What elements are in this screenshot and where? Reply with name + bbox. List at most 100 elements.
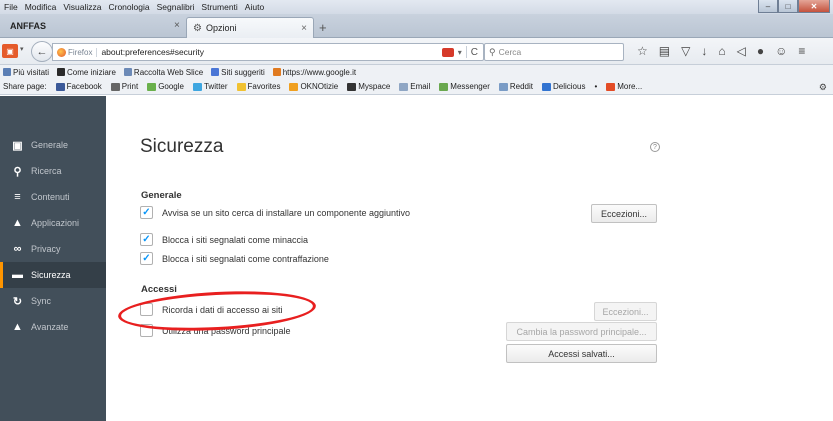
close-window-button[interactable]: ✕ [798, 0, 830, 13]
site-identity[interactable]: Firefox [57, 47, 98, 57]
bookmarks-folder-icon [3, 68, 11, 76]
menu-file[interactable]: File [4, 2, 18, 12]
firefox-menu-icon[interactable]: ▣ [2, 44, 18, 58]
share-dot[interactable]: • [594, 82, 597, 91]
bookmark-come-iniziare[interactable]: Come iniziare [57, 68, 116, 77]
reading-list-icon[interactable]: ▤ [659, 44, 670, 58]
bookmark-piu-visitati[interactable]: Più visitati [3, 68, 49, 77]
share-favorites[interactable]: Favorites [236, 82, 281, 91]
share-google[interactable]: Google [147, 82, 184, 91]
google-icon [147, 82, 157, 91]
addon-warning-checkbox[interactable]: ✓ [140, 206, 153, 219]
rss-icon[interactable] [441, 47, 454, 57]
change-master-password-button[interactable]: Cambia la password principale... [506, 322, 657, 341]
back-button[interactable]: ← [31, 41, 53, 62]
block-forgery-label[interactable]: Blocca i siti segnalati come contraffazi… [162, 254, 329, 264]
url-dropdown-icon[interactable]: ▾ [458, 48, 462, 57]
addon-warning-label[interactable]: Avvisa se un sito cerca di installare un… [162, 208, 410, 218]
share-facebook[interactable]: Facebook [55, 82, 102, 91]
url-text[interactable]: about:preferences#security [97, 47, 441, 57]
share-messenger[interactable]: Messenger [439, 82, 490, 91]
bookmark-page-icon [272, 68, 281, 76]
block-attack-label[interactable]: Blocca i siti segnalati come minaccia [162, 235, 308, 245]
menu-aiuto[interactable]: Aiuto [245, 2, 264, 12]
share-label: Favorites [247, 82, 281, 91]
chat-icon[interactable]: ● [757, 44, 764, 58]
share-bar-label: Share page: [3, 82, 47, 91]
menu-icon[interactable]: ≡ [798, 44, 805, 58]
share-more[interactable]: More... [606, 82, 642, 91]
section-heading-generale: Generale [141, 190, 182, 201]
share-print[interactable]: Print [110, 82, 138, 91]
preferences-sidebar: ▣ Generale ⚲ Ricerca ≡ Contenuti ▲ Appli… [0, 96, 106, 421]
tab-opzioni[interactable]: ⚙ Opzioni × [186, 17, 314, 38]
back-arrow-icon: ← [36, 45, 48, 58]
sidebar-item-sicurezza[interactable]: ▬ Sicurezza [0, 262, 106, 288]
bookmark-google[interactable]: https://www.google.it [272, 68, 356, 77]
privacy-mask-icon: ∞ [13, 243, 22, 255]
menu-strumenti[interactable]: Strumenti [201, 2, 237, 12]
menu-visualizza[interactable]: Visualizza [63, 2, 101, 12]
addon-warning-row: ✓ Avvisa se un sito cerca di installare … [140, 206, 410, 219]
chevron-down-icon[interactable]: ▾ [20, 45, 24, 53]
tab-strip: ANFFAS × ⚙ Opzioni × + [0, 14, 833, 38]
menu-bar: File Modifica Visualizza Cronologia Segn… [4, 2, 264, 12]
sidebar-item-sync[interactable]: ↻ Sync [0, 288, 106, 314]
home-icon[interactable]: ⌂ [718, 44, 725, 58]
remember-logins-checkbox[interactable] [140, 303, 153, 316]
share-reddit[interactable]: Reddit [498, 82, 533, 91]
url-bar[interactable]: Firefox about:preferences#security ▾ C [52, 43, 484, 61]
pocket-icon[interactable]: ▽ [681, 44, 690, 58]
maximize-button[interactable]: □ [778, 0, 798, 13]
menu-modifica[interactable]: Modifica [25, 2, 57, 12]
reload-icon[interactable]: C [471, 47, 478, 58]
share-delicious[interactable]: Delicious [541, 82, 585, 91]
menu-segnalibri[interactable]: Segnalibri [157, 2, 195, 12]
sidebar-item-generale[interactable]: ▣ Generale [0, 132, 106, 158]
sidebar-item-label: Privacy [31, 244, 61, 254]
saved-logins-button[interactable]: Accessi salvati... [506, 344, 657, 363]
menu-cronologia[interactable]: Cronologia [108, 2, 149, 12]
share-email[interactable]: Email [399, 82, 430, 91]
block-attack-checkbox[interactable]: ✓ [140, 233, 153, 246]
block-forgery-checkbox[interactable]: ✓ [140, 252, 153, 265]
tab-close-icon[interactable]: × [301, 23, 307, 34]
download-icon[interactable]: ↓ [701, 44, 707, 58]
help-icon[interactable]: ? [650, 142, 660, 152]
search-icon: ⚲ [489, 46, 496, 57]
remember-logins-label[interactable]: Ricorda i dati di accesso ai siti [162, 305, 283, 315]
share-twitter[interactable]: Twitter [192, 82, 228, 91]
new-tab-button[interactable]: + [319, 20, 327, 35]
sidebar-item-contenuti[interactable]: ≡ Contenuti [0, 184, 106, 210]
share-myspace[interactable]: Myspace [347, 82, 390, 91]
gear-icon[interactable]: ⚙ [819, 82, 827, 93]
remember-logins-row: Ricorda i dati di accesso ai siti [140, 303, 283, 316]
webslice-icon [123, 68, 132, 76]
share-icon[interactable]: ◁ [737, 44, 746, 58]
addon-exceptions-button[interactable]: Eccezioni... [591, 204, 657, 223]
share-label: Myspace [358, 82, 391, 91]
delicious-icon [541, 82, 551, 91]
tab-group-title[interactable]: ANFFAS [10, 21, 46, 31]
star-icon[interactable]: ☆ [637, 44, 648, 58]
search-bar[interactable]: ⚲ Cerca [484, 43, 624, 61]
sidebar-item-avanzate[interactable]: ▲ Avanzate [0, 314, 106, 340]
extension-icon[interactable]: ☺ [775, 44, 787, 58]
share-label: Twitter [203, 82, 228, 91]
reddit-icon [498, 82, 508, 91]
minimize-button[interactable]: – [758, 0, 778, 13]
master-password-label[interactable]: Utilizza una password principale [162, 326, 291, 336]
content-icon: ≡ [14, 191, 21, 203]
bookmark-label: Raccolta Web Slice [133, 67, 204, 77]
sidebar-item-applicazioni[interactable]: ▲ Applicazioni [0, 210, 106, 236]
master-password-checkbox[interactable] [140, 324, 153, 337]
bookmark-siti-suggeriti[interactable]: Siti suggeriti [211, 68, 265, 77]
sidebar-item-label: Ricerca [31, 166, 62, 176]
sidebar-item-ricerca[interactable]: ⚲ Ricerca [0, 158, 106, 184]
sidebar-item-privacy[interactable]: ∞ Privacy [0, 236, 106, 262]
logins-exceptions-button[interactable]: Eccezioni... [594, 302, 657, 321]
tab-group-close-icon[interactable]: × [174, 20, 180, 31]
email-icon [399, 82, 409, 91]
share-oknotizie[interactable]: OKNOtizie [289, 82, 338, 91]
bookmark-webslice[interactable]: Raccolta Web Slice [123, 67, 204, 77]
